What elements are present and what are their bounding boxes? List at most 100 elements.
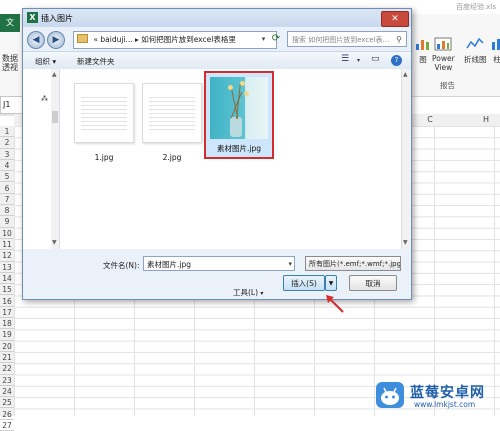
tools-menu[interactable]: 工具(L) ▾ [233,287,263,298]
row-number[interactable]: 6 [0,183,14,194]
row-number[interactable]: 8 [0,205,14,217]
nav-pane-scroll-thumb[interactable] [52,111,58,123]
file-list-scrollbar[interactable]: ▲ ▼ [401,69,411,249]
scroll-up-icon[interactable]: ▲ [52,71,57,78]
row-number[interactable]: 21 [0,352,14,364]
row-number[interactable]: 7 [0,194,14,206]
column-sparkline-button[interactable]: 柱 [488,36,500,65]
power-view-icon [434,37,452,51]
row-number[interactable]: 3 [0,149,14,160]
power-view-button[interactable]: Power View [432,36,455,72]
back-button[interactable]: ◀ [27,31,45,49]
file-name: 素材图片.jpg [217,144,261,153]
address-prefix: « [93,35,98,44]
row-number[interactable]: 20 [0,341,14,352]
file-tab[interactable]: 文 [0,14,20,32]
file-name-dropdown-icon[interactable]: ▾ [288,257,292,272]
dialog-title: 插入图片 [41,14,73,23]
tools-dropdown-icon: ▾ [260,290,264,297]
file-thumbnail [142,83,202,143]
scroll-up-icon[interactable]: ▲ [403,71,408,78]
file-name-input[interactable]: 素材图片.jpg ▾ [143,256,295,271]
help-icon[interactable]: ? [391,55,402,66]
scroll-down-icon[interactable]: ▼ [403,239,408,246]
back-arrow-icon: ◀ [32,35,40,45]
pin-icon: ⁂ [41,95,48,103]
line-sparkline-button[interactable]: 折线图 [464,36,487,65]
close-button[interactable]: ✕ [381,11,409,27]
row-number[interactable]: 24 [0,386,14,398]
site-watermark: 蓝莓安卓网 www.lmkjst.com [374,380,494,410]
file-name-value: 素材图片.jpg [147,260,191,269]
file-list: 1.jpg 2.jpg 素材图片.jpg [60,69,401,249]
breadcrumb-part-1[interactable]: baiduji... [100,35,132,44]
power-view-label: Power View [432,54,455,72]
address-bar[interactable]: « baiduji... ▸ 如何把图片放到excel表格里 [73,31,277,49]
excel-app-icon: X [27,12,38,23]
column-header-c[interactable]: C [420,114,440,126]
row-number[interactable]: 5 [0,171,14,183]
row-number[interactable]: 12 [0,250,14,262]
breadcrumb-separator: ▸ [135,35,139,44]
image-thumbnail [210,77,268,139]
watermark-url: www.lmkjst.com [414,400,476,409]
row-number[interactable]: 18 [0,318,14,330]
file-thumbnail [74,83,134,143]
insert-dropdown-icon[interactable]: ▼ [325,275,337,291]
row-number[interactable]: 13 [0,262,14,273]
file-name-label: 文件名(N): [103,261,140,270]
refresh-icon[interactable]: ⟳ [269,31,283,47]
new-folder-button[interactable]: 新建文件夹 [77,56,115,67]
row-number[interactable]: 14 [0,273,14,285]
navigation-pane[interactable]: ⁂ ▲ ▼ [23,69,60,249]
view-options-icon[interactable]: ☰ [341,54,349,64]
file-item[interactable]: 1.jpg [72,83,136,162]
row-number[interactable]: 17 [0,307,14,319]
preview-pane-icon[interactable]: ▭ [371,54,380,64]
row-number[interactable]: 4 [0,160,14,172]
line-sparkline-label: 折线图 [464,55,487,64]
watermark-title: 蓝莓安卓网 [410,385,485,401]
row-number[interactable]: 9 [0,216,14,228]
file-type-select[interactable]: 所有图片(*.emf;*.wmf;*.jpg;*.j [305,256,401,271]
folder-icon [77,34,88,43]
row-number[interactable]: 15 [0,284,14,296]
row-number[interactable]: 1 [0,126,14,138]
row-number[interactable]: 11 [0,239,14,251]
column-sparkline-icon [492,39,500,50]
view-dropdown-icon[interactable]: ▾ [357,57,360,64]
file-item-selected[interactable]: 素材图片.jpg [204,71,274,159]
row-number[interactable]: 25 [0,397,14,409]
top-watermark-text: 百度经验.xls [456,3,496,11]
row-number[interactable]: 10 [0,228,14,239]
row-number[interactable]: 19 [0,329,14,341]
row-number[interactable]: 2 [0,137,14,149]
cancel-button[interactable]: 取消 [349,275,397,291]
forward-arrow-icon: ▶ [52,35,60,45]
organize-menu[interactable]: 组织 ▾ [35,56,56,67]
row-number[interactable]: 27 [0,420,14,431]
insert-picture-dialog: X 插入图片 ✕ ◀ ▶ « baiduji... ▸ 如何把图片放到excel… [22,8,412,313]
row-number[interactable]: 22 [0,363,14,375]
dialog-title-bar[interactable] [23,9,411,27]
nav-pane-scrollbar[interactable] [51,69,59,249]
line-sparkline-icon [466,37,484,49]
file-name: 1.jpg [94,153,114,162]
red-arrow-icon [326,295,344,313]
row-number[interactable]: 26 [0,409,14,420]
pivot-table-button[interactable]: 数据 透视 [2,54,24,72]
row-number[interactable]: 16 [0,296,14,307]
search-icon: ⚲ [396,35,402,44]
address-dropdown-icon[interactable]: ▾ [259,31,268,47]
row-number[interactable]: 23 [0,375,14,386]
breadcrumb-part-2[interactable]: 如何把图片放到excel表格里 [141,35,236,44]
chart-label: 图 [419,55,427,64]
column-header-h[interactable]: H [476,114,496,126]
search-input[interactable]: 搜索 如何把图片放到excel表... ⚲ [287,31,407,47]
insert-button[interactable]: 插入(S) [283,275,325,291]
scroll-down-icon[interactable]: ▼ [52,239,57,246]
report-group-label: 报告 [440,81,455,90]
forward-button[interactable]: ▶ [47,31,65,49]
file-item[interactable]: 2.jpg [140,83,204,162]
chart-button[interactable]: 图 [414,36,432,65]
